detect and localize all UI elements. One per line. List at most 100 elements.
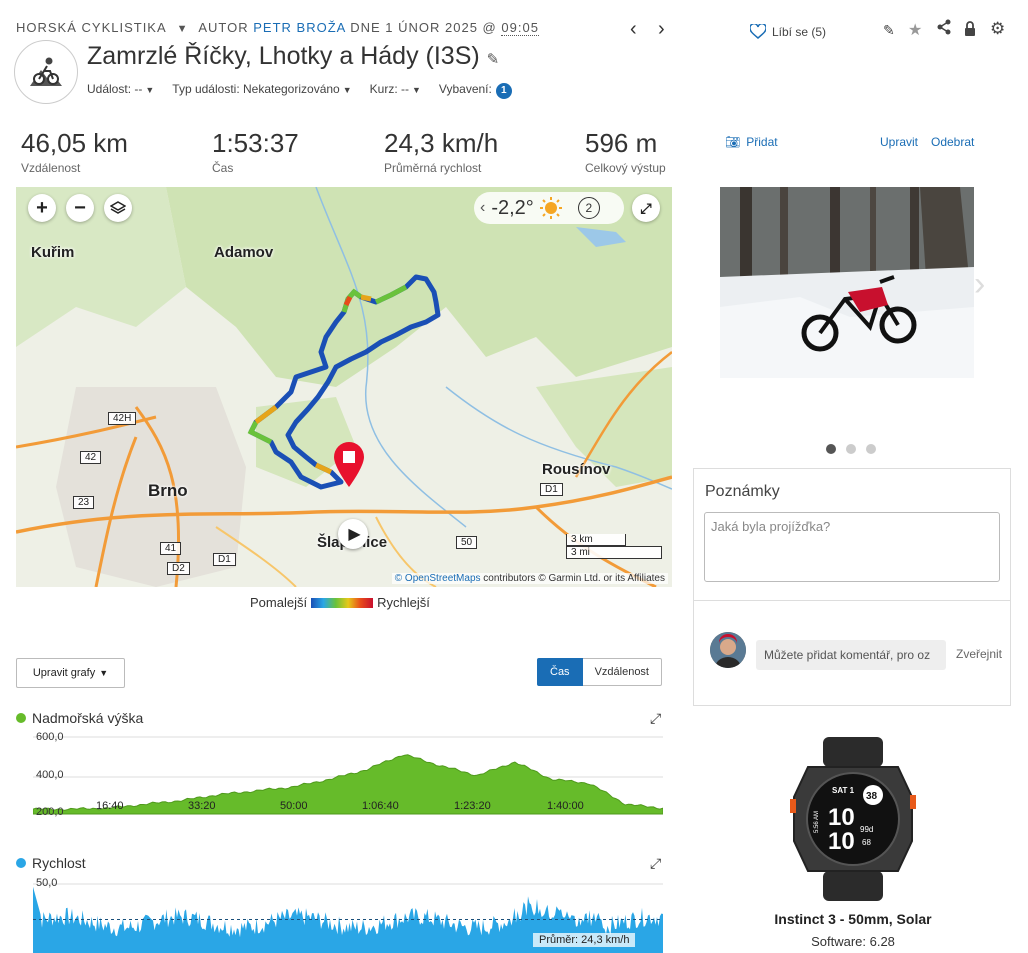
edit-photo-link[interactable]: Upravit bbox=[880, 135, 918, 149]
author-link[interactable]: PETR BROŽA bbox=[253, 20, 345, 35]
next-activity-button[interactable]: › bbox=[658, 18, 665, 41]
activity-title[interactable]: Zamrzlé Říčky, Lhotky a Hády (I3S) ✎ bbox=[87, 42, 499, 71]
edit-charts-button[interactable]: Upravit grafy ▼ bbox=[16, 658, 125, 688]
road-shield: 42 bbox=[80, 451, 102, 464]
comment-input[interactable]: Můžete přidat komentář, pro oz bbox=[756, 640, 946, 670]
elev-x-tick: 1:23:20 bbox=[454, 800, 491, 812]
photo-dot[interactable] bbox=[846, 444, 856, 454]
minus-icon: − bbox=[74, 196, 86, 219]
notes-card: Poznámky Jaká byla projížďka? bbox=[693, 468, 1011, 601]
road-shield: 42H bbox=[108, 412, 137, 425]
map-label-kurim: Kuřim bbox=[31, 244, 75, 261]
next-photo-button[interactable]: › bbox=[974, 265, 985, 304]
stat-distance: 46,05 km Vzdálenost bbox=[21, 128, 128, 175]
watch-icon: SAT 1 38 10 10 99d 68 5:56 AM bbox=[790, 737, 916, 901]
privacy-button[interactable] bbox=[963, 21, 977, 42]
camera-icon: 📷︎ bbox=[725, 135, 741, 149]
device-software: Software: 6.28 bbox=[811, 934, 895, 949]
expand-icon: ⤢ bbox=[650, 855, 662, 871]
activity-title-text[interactable]: Zamrzlé Říčky, Lhotky a Hády (I3S) bbox=[87, 42, 480, 70]
activity-header-line: HORSKÁ CYKLISTIKA ▼ AUTOR PETR BROŽA DNE… bbox=[16, 20, 539, 36]
speed-legend: Pomalejší Rychlejší bbox=[250, 595, 430, 610]
settings-button[interactable]: ⚙ bbox=[990, 19, 1005, 39]
watch-minute-text: 10 bbox=[828, 828, 855, 855]
elev-y-tick: 200,0 bbox=[36, 806, 64, 818]
share-icon bbox=[937, 19, 951, 35]
publish-comment-button[interactable]: Zveřejnit bbox=[956, 647, 1002, 661]
watch-hr-text: 68 bbox=[862, 838, 871, 847]
mountain-bike-icon bbox=[30, 57, 62, 86]
gear-select[interactable]: Vybavení: 1 bbox=[439, 82, 512, 99]
device-image: SAT 1 38 10 10 99d 68 5:56 AM bbox=[788, 737, 918, 906]
edit-activity-button[interactable]: ✎ bbox=[883, 22, 895, 39]
add-photo-button[interactable]: 📷︎ Přidat bbox=[725, 135, 778, 149]
share-button[interactable] bbox=[936, 19, 952, 40]
caret-down-icon: ▼ bbox=[145, 85, 155, 95]
elev-x-tick: 50:00 bbox=[280, 800, 308, 812]
elevation-chart-title: Nadmořská výška bbox=[16, 710, 143, 726]
activity-type[interactable]: HORSKÁ CYKLISTIKA bbox=[16, 20, 166, 35]
user-avatar-photo bbox=[710, 632, 746, 668]
chevron-left-icon: ‹ bbox=[700, 265, 712, 303]
route-map[interactable]: + − ⤢ Kuřim Adamov Brno Rousínov Šlapani… bbox=[16, 187, 672, 587]
notes-title: Poznámky bbox=[705, 483, 780, 500]
activity-type-dropdown-icon[interactable]: ▼ bbox=[177, 23, 189, 35]
map-layers-button[interactable] bbox=[104, 194, 132, 222]
photo-dot[interactable] bbox=[826, 444, 836, 454]
toggle-distance[interactable]: Vzdálenost bbox=[582, 658, 662, 686]
event-type-select[interactable]: Typ události: Nekategorizováno ▼ bbox=[172, 82, 351, 99]
notes-placeholder: Jaká byla projížďka? bbox=[711, 519, 831, 534]
previous-activity-button[interactable]: ‹ bbox=[630, 18, 637, 41]
notes-textarea[interactable]: Jaká byla projížďka? bbox=[704, 512, 1000, 582]
activity-time[interactable]: 09:05 bbox=[501, 20, 539, 36]
map-label-brno: Brno bbox=[148, 481, 188, 500]
expand-speed-chart-button[interactable]: ⤢ bbox=[650, 855, 661, 872]
elev-x-tick: 16:40 bbox=[96, 800, 124, 812]
caret-down-icon: ▼ bbox=[342, 85, 352, 95]
zoom-in-button[interactable]: + bbox=[28, 194, 56, 222]
pencil-icon[interactable]: ✎ bbox=[487, 51, 500, 68]
weather-widget[interactable]: ‹ -2,2° 2 bbox=[474, 192, 624, 224]
activity-meta-row: Událost: -- ▼ Typ události: Nekategorizov… bbox=[87, 82, 512, 99]
route-end-marker-icon[interactable] bbox=[332, 441, 366, 489]
activity-type-avatar bbox=[14, 40, 78, 104]
expand-elevation-chart-button[interactable]: ⤢ bbox=[650, 710, 661, 727]
like-button[interactable]: Líbí se (5) bbox=[750, 24, 826, 39]
sun-icon bbox=[539, 197, 562, 219]
comment-placeholder: Můžete přidat komentář, pro oz bbox=[764, 648, 931, 662]
road-shield: D2 bbox=[167, 562, 190, 575]
chevron-left-icon: ‹ bbox=[480, 199, 486, 216]
author-prefix: AUTOR bbox=[198, 20, 249, 35]
caret-down-icon: ▼ bbox=[411, 85, 421, 95]
expand-icon: ⤢ bbox=[650, 710, 662, 726]
activity-photo[interactable] bbox=[720, 187, 974, 378]
openstreetmap-link[interactable]: © OpenStreetMaps bbox=[395, 573, 481, 584]
previous-photo-button[interactable]: ‹ bbox=[700, 265, 711, 304]
chart-axis-toggle: Čas Vzdálenost bbox=[537, 658, 662, 686]
caret-down-icon: ▼ bbox=[99, 668, 109, 678]
elev-y-tick: 400,0 bbox=[36, 769, 64, 781]
course-select[interactable]: Kurz: -- ▼ bbox=[370, 82, 421, 99]
user-avatar bbox=[710, 632, 746, 668]
zoom-out-button[interactable]: − bbox=[66, 194, 94, 222]
event-select[interactable]: Událost: -- ▼ bbox=[87, 82, 154, 99]
toggle-time[interactable]: Čas bbox=[537, 658, 583, 686]
activity-date: DNE 1 ÚNOR 2025 @ bbox=[350, 20, 497, 35]
heart-icon bbox=[750, 24, 766, 39]
photo-dot[interactable] bbox=[866, 444, 876, 454]
play-icon: ▶ bbox=[348, 526, 361, 543]
elev-x-tick: 1:40:00 bbox=[547, 800, 584, 812]
play-route-button[interactable]: ▶ bbox=[338, 519, 368, 549]
watch-side-text: 5:56 AM bbox=[814, 811, 820, 833]
road-shield: 41 bbox=[160, 542, 182, 555]
favorite-button[interactable]: ★ bbox=[908, 20, 922, 40]
road-shield: D1 bbox=[540, 483, 563, 496]
expand-icon: ⤢ bbox=[640, 199, 652, 216]
speed-gradient bbox=[311, 597, 374, 608]
speed-dot bbox=[16, 858, 26, 868]
star-icon: ★ bbox=[908, 22, 923, 39]
remove-photo-link[interactable]: Odebrat bbox=[931, 135, 974, 149]
fullscreen-map-button[interactable]: ⤢ bbox=[632, 194, 660, 222]
device-name[interactable]: Instinct 3 - 50mm, Solar bbox=[700, 911, 1006, 927]
plus-icon: + bbox=[36, 196, 48, 219]
